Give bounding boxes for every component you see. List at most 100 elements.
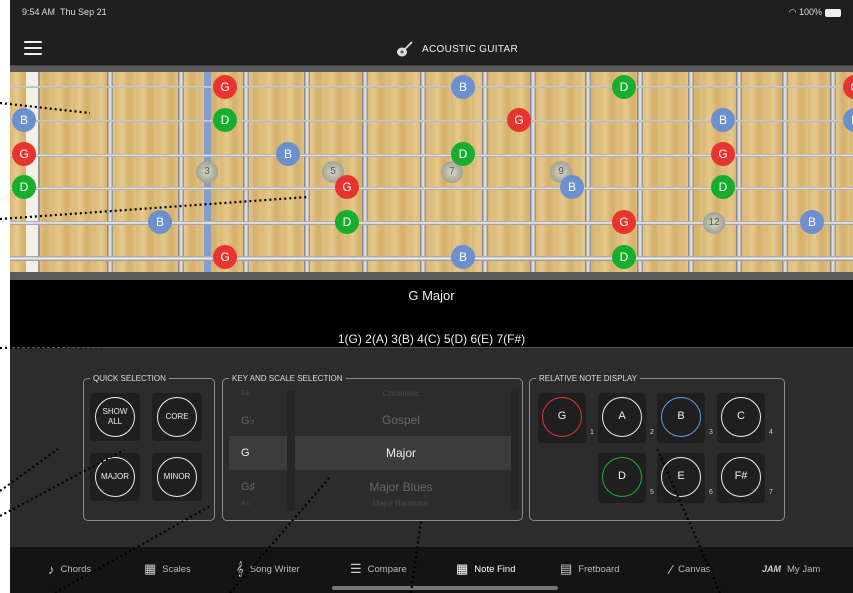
picker-row[interactable]: G♭ Gospel [229, 405, 513, 435]
tab-label: Song Writer [249, 563, 300, 575]
fretboard[interactable] [10, 72, 853, 272]
relative-note-E[interactable]: E 6 [657, 453, 713, 503]
show-all-button[interactable]: SHOW ALL [95, 397, 135, 437]
fret [178, 72, 184, 272]
picker-key: G [241, 447, 250, 459]
top-nav-bar: ACOUSTIC GUITAR [10, 30, 853, 66]
picker-scrollbar[interactable] [511, 391, 519, 511]
fretboard-note[interactable]: G [612, 210, 636, 234]
fretboard-note[interactable]: B [148, 210, 172, 234]
fretboard-note[interactable]: B [12, 108, 36, 132]
fret [362, 72, 368, 272]
picker-key: G♭ [241, 415, 255, 427]
app-root: 9:54 AM Thu Sep 21 ◠ 100% ACOUSTIC GUITA… [0, 0, 853, 593]
fretboard-note[interactable]: B [276, 142, 300, 166]
tab-song-writer[interactable]: 𝄞 Song Writer [236, 559, 300, 579]
fretboard-icon: ▤ [560, 561, 573, 576]
battery-icon [825, 8, 841, 17]
tab-label: Canvas [678, 563, 711, 575]
control-panel: QUICK SELECTION SHOW ALL CORE MAJOR MINO… [10, 349, 853, 547]
jam-icon: JAM [762, 564, 782, 574]
relative-note-G[interactable]: G 1 [538, 393, 594, 443]
fretboard-note[interactable]: D [451, 142, 475, 166]
relative-note-circle: G [542, 397, 582, 437]
tab-note-find[interactable]: ▦ Note Find [456, 559, 515, 579]
fretboard-note[interactable]: G [213, 245, 237, 269]
fretboard-note[interactable]: D [335, 210, 359, 234]
nav-title: ACOUSTIC GUITAR [422, 43, 518, 55]
fretboard-note[interactable]: B [451, 245, 475, 269]
grid-icon: ▦ [144, 561, 157, 576]
left-margin [0, 0, 10, 593]
nav-title-group: ACOUSTIC GUITAR [396, 40, 518, 58]
major-tile: MAJOR [90, 453, 140, 501]
relative-note-degree: 2 [650, 429, 654, 436]
guitar-string [10, 256, 853, 261]
minor-tile: MINOR [152, 453, 202, 501]
fretboard-note[interactable]: B [800, 210, 824, 234]
tab-scales[interactable]: ▦ Scales [144, 559, 191, 579]
home-indicator[interactable] [332, 586, 558, 590]
fretboard-note[interactable]: D [12, 175, 36, 199]
fret [637, 72, 643, 272]
relative-note-circle: E [661, 457, 701, 497]
guitar-string [10, 221, 853, 225]
fret [530, 72, 536, 272]
scale-info-band: G Major 1(G) 2(A) 3(B) 4(C) 5(D) 6(E) 7(… [10, 280, 853, 348]
tab-my-jam[interactable]: JAM My Jam [762, 559, 820, 579]
fretboard-note[interactable]: B [711, 108, 735, 132]
fret [482, 72, 488, 272]
fretboard-note[interactable]: G [335, 175, 359, 199]
scale-name: G Major [408, 288, 455, 303]
show-all-tile: SHOW ALL [90, 393, 140, 441]
wifi-icon: ◠ [788, 7, 797, 17]
tab-label: Note Find [474, 563, 516, 575]
fretboard-note[interactable]: D [213, 108, 237, 132]
fret-inlay: 3 [196, 161, 218, 183]
picker-row[interactable]: A♭ Major Harmonic [229, 495, 513, 511]
key-scale-group: KEY AND SCALE SELECTION F# Chromatic G♭ … [222, 374, 523, 521]
fretboard-note[interactable]: G [711, 142, 735, 166]
relative-note-A[interactable]: A 2 [598, 393, 654, 443]
fret [830, 72, 836, 272]
tab-label: Compare [367, 563, 407, 575]
tab-compare[interactable]: ☰ Compare [350, 559, 407, 579]
fretboard-note[interactable]: D [612, 245, 636, 269]
tab-fretboard[interactable]: ▤ Fretboard [560, 559, 619, 579]
fretboard-note[interactable]: B [560, 175, 584, 199]
fretboard-note[interactable]: G [213, 75, 237, 99]
scale-degree-list: 1(G) 2(A) 3(B) 4(C) 5(D) 6(E) 7(F#) [337, 332, 526, 346]
relative-note-F-sharp[interactable]: F# 7 [717, 453, 773, 503]
tab-canvas[interactable]: ⁄ Canvas [670, 559, 710, 579]
relative-note-circle: B [661, 397, 701, 437]
hamburger-menu-icon[interactable] [24, 41, 42, 55]
note-grid-icon: ▦ [456, 561, 469, 576]
relative-note-circle: D [602, 457, 642, 497]
picker-row[interactable]: F# Chromatic [229, 385, 513, 403]
fretboard-note[interactable]: D [612, 75, 636, 99]
relative-note-degree: 5 [650, 489, 654, 496]
relative-note-D[interactable]: D 5 [598, 453, 654, 503]
tab-chords[interactable]: ♪ Chords [48, 559, 91, 579]
key-scale-picker[interactable]: F# Chromatic G♭ Gospel G Major G♯ Major … [229, 389, 519, 511]
picker-row-selected[interactable]: G Major [229, 436, 513, 470]
quick-selection-group: QUICK SELECTION SHOW ALL CORE MAJOR MINO… [83, 374, 215, 521]
quick-selection-legend: QUICK SELECTION [93, 374, 166, 383]
core-tile: CORE [152, 393, 202, 441]
picker-scale: Major Blues [369, 480, 433, 494]
relative-note-degree: 6 [709, 489, 713, 496]
minor-button[interactable]: MINOR [157, 457, 197, 497]
fretboard-note[interactable]: D [711, 175, 735, 199]
relative-note-circle: F# [721, 457, 761, 497]
fretboard-note[interactable]: G [12, 142, 36, 166]
tab-label: Scales [162, 563, 191, 575]
core-button[interactable]: CORE [157, 397, 197, 437]
relative-note-B[interactable]: B 3 [657, 393, 713, 443]
fretboard-note[interactable]: G [507, 108, 531, 132]
major-button[interactable]: MAJOR [95, 457, 135, 497]
relative-note-degree: 3 [709, 429, 713, 436]
relative-note-C[interactable]: C 4 [717, 393, 773, 443]
clef-icon: 𝄞 [236, 561, 244, 576]
fret [585, 72, 591, 272]
fretboard-note[interactable]: B [451, 75, 475, 99]
